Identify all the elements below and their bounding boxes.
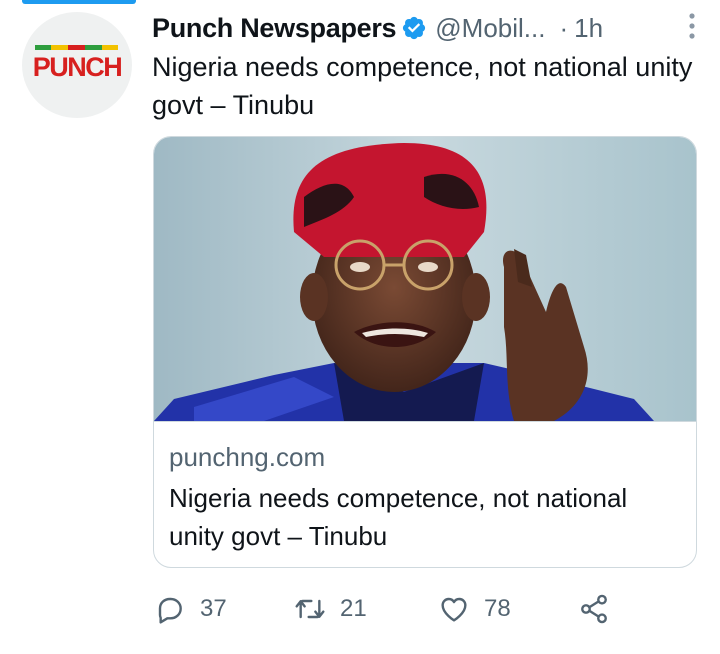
share-button[interactable] [578,589,610,629]
retweet-icon [295,599,325,619]
retweet-count: 21 [340,595,367,622]
timestamp[interactable]: 1h [574,13,603,44]
share-icon [581,594,607,624]
like-button[interactable]: 78 [438,589,511,629]
account-name[interactable]: Punch Newspapers [152,13,397,44]
card-domain: punchng.com [169,442,326,472]
verified-badge-icon [403,16,426,40]
card-image[interactable] [154,137,696,421]
heart-icon [441,597,467,622]
reply-count: 37 [200,595,227,622]
logo-color-stripes [34,44,119,50]
tweet-header: Punch Newspapers @Mobil... · 1h [152,8,706,48]
avatar[interactable]: PUNCH [22,12,132,118]
card-title: Nigeria needs competence, not national u… [169,483,628,551]
link-card[interactable]: punchng.com Nigeria needs competence, no… [153,136,697,568]
reply-icon [158,597,182,624]
more-vertical-icon[interactable] [686,10,698,42]
tweet-text: Nigeria needs competence, not national u… [152,52,693,120]
active-tab-indicator [22,0,136,4]
retweet-button[interactable]: 21 [294,589,367,629]
separator: · [559,12,569,43]
logo-text: PUNCH [32,51,123,82]
punch-logo: PUNCH [32,44,123,83]
account-handle[interactable]: @Mobil... [435,13,545,44]
like-count: 78 [484,595,511,622]
tweet-actions: 37 21 78 [154,589,624,629]
card-body[interactable]: punchng.com Nigeria needs competence, no… [154,421,696,567]
reply-button[interactable]: 37 [154,589,227,629]
